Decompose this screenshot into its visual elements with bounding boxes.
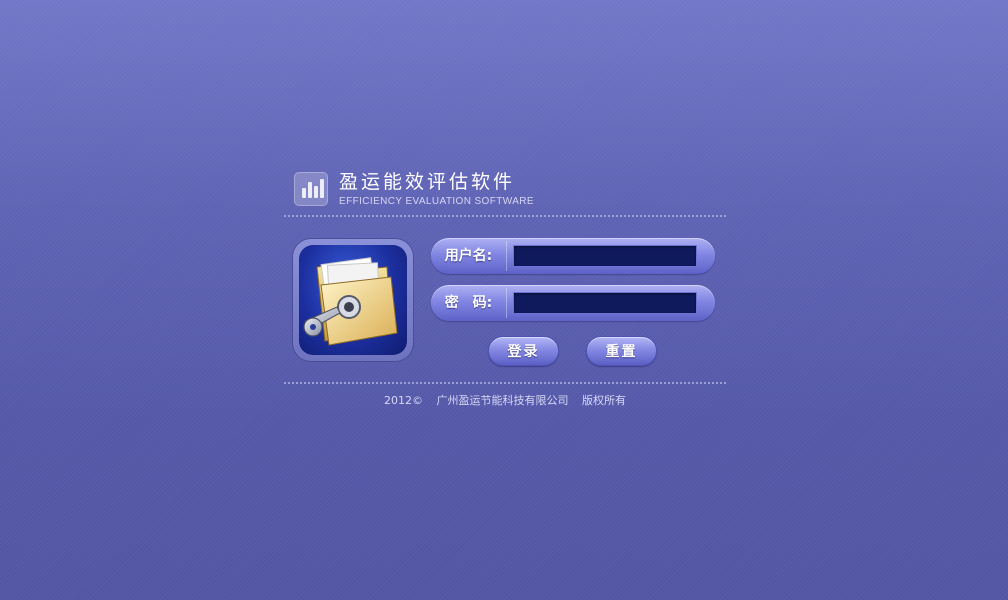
folder-key-icon: [303, 257, 398, 346]
username-input[interactable]: [513, 245, 697, 267]
copyright-year: 2012©: [384, 394, 423, 407]
username-row: 用户名:: [431, 238, 715, 274]
bottom-divider: [284, 382, 726, 384]
login-button[interactable]: 登录: [488, 336, 559, 366]
password-row: 密 码:: [431, 285, 715, 321]
bar-chart-icon: [294, 172, 328, 206]
rights-text: 版权所有: [582, 394, 626, 407]
brand-header: 盈运能效评估软件 EFFICIENCY EVALUATION SOFTWARE: [294, 170, 734, 210]
reset-button[interactable]: 重置: [586, 336, 657, 366]
username-label: 用户名:: [444, 248, 493, 264]
company-name: 广州盈运节能科技有限公司: [436, 394, 569, 407]
field-separator: [506, 241, 507, 271]
password-input[interactable]: [513, 292, 697, 314]
app-title: 盈运能效评估软件: [339, 171, 516, 193]
login-illustration: [293, 239, 413, 361]
copyright-footer: 2012© 广州盈运节能科技有限公司 版权所有: [284, 392, 726, 408]
password-label: 密 码:: [444, 295, 493, 311]
field-separator: [506, 288, 507, 318]
app-subtitle: EFFICIENCY EVALUATION SOFTWARE: [339, 196, 534, 207]
top-divider: [284, 215, 726, 217]
